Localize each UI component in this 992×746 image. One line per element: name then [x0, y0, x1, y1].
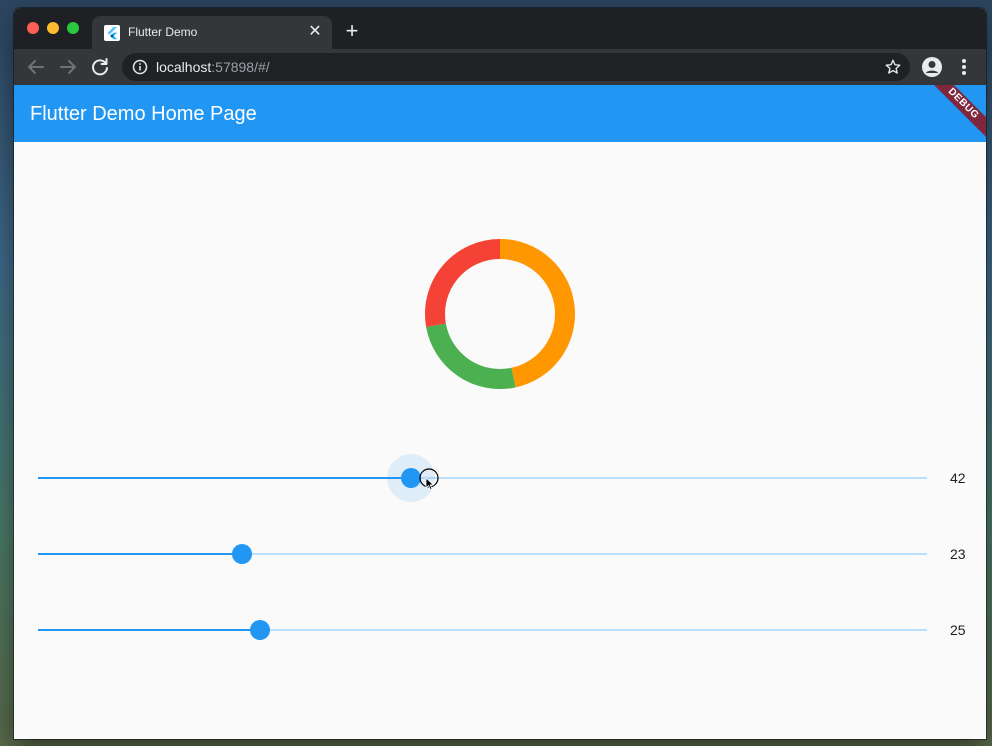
- reload-icon[interactable]: [88, 55, 112, 79]
- donut-segment-1: [499, 239, 575, 388]
- slider-track[interactable]: [38, 454, 927, 502]
- close-window-button[interactable]: [27, 22, 39, 34]
- maximize-window-button[interactable]: [67, 22, 79, 34]
- slider-active-track: [38, 553, 243, 555]
- url-path: :57898/#/: [211, 59, 270, 75]
- tab-title: Flutter Demo: [128, 25, 198, 39]
- menu-kebab-icon[interactable]: [952, 55, 976, 79]
- slider-row-2: 23: [14, 534, 986, 574]
- tab-close-icon[interactable]: ✕: [306, 23, 324, 41]
- forward-icon[interactable]: [56, 55, 80, 79]
- browser-toolbar: localhost:57898/#/: [14, 49, 986, 85]
- address-bar[interactable]: localhost:57898/#/: [122, 53, 910, 81]
- mouse-cursor-icon: [419, 468, 439, 490]
- browser-tab[interactable]: Flutter Demo ✕: [92, 16, 332, 49]
- profile-avatar-icon[interactable]: [920, 55, 944, 79]
- back-icon[interactable]: [24, 55, 48, 79]
- debug-banner: DEBUG: [919, 85, 986, 142]
- minimize-window-button[interactable]: [47, 22, 59, 34]
- url-text: localhost:57898/#/: [156, 59, 270, 75]
- slider-track[interactable]: [38, 544, 927, 564]
- donut-segment-2: [426, 323, 516, 389]
- page-title: Flutter Demo Home Page: [30, 103, 257, 125]
- slider-active-track: [38, 629, 261, 631]
- slider-value-label: 42: [950, 470, 966, 486]
- donut-chart: [425, 239, 575, 389]
- bookmark-star-icon[interactable]: [884, 58, 902, 76]
- site-info-icon[interactable]: [132, 59, 148, 75]
- slider-thumb[interactable]: [232, 544, 253, 564]
- tab-strip: Flutter Demo ✕ +: [14, 8, 986, 49]
- slider-row-1: 42: [14, 454, 986, 502]
- app-bar: Flutter Demo Home Page DEBUG: [14, 85, 986, 142]
- donut-segment-3: [425, 239, 501, 328]
- slider-track[interactable]: [38, 620, 927, 640]
- url-host: localhost: [156, 59, 212, 75]
- page-content: 42 23 25: [14, 142, 986, 739]
- flutter-favicon-icon: [104, 25, 120, 41]
- slider-value-label: 23: [950, 546, 966, 562]
- new-tab-button[interactable]: +: [342, 20, 362, 42]
- slider-row-3: 25: [14, 610, 986, 650]
- slider-thumb[interactable]: [250, 620, 271, 640]
- slider-active-track: [38, 477, 412, 479]
- browser-window: Flutter Demo ✕ + localhost:57898/#/ Flut…: [14, 8, 986, 739]
- slider-value-label: 25: [950, 622, 966, 638]
